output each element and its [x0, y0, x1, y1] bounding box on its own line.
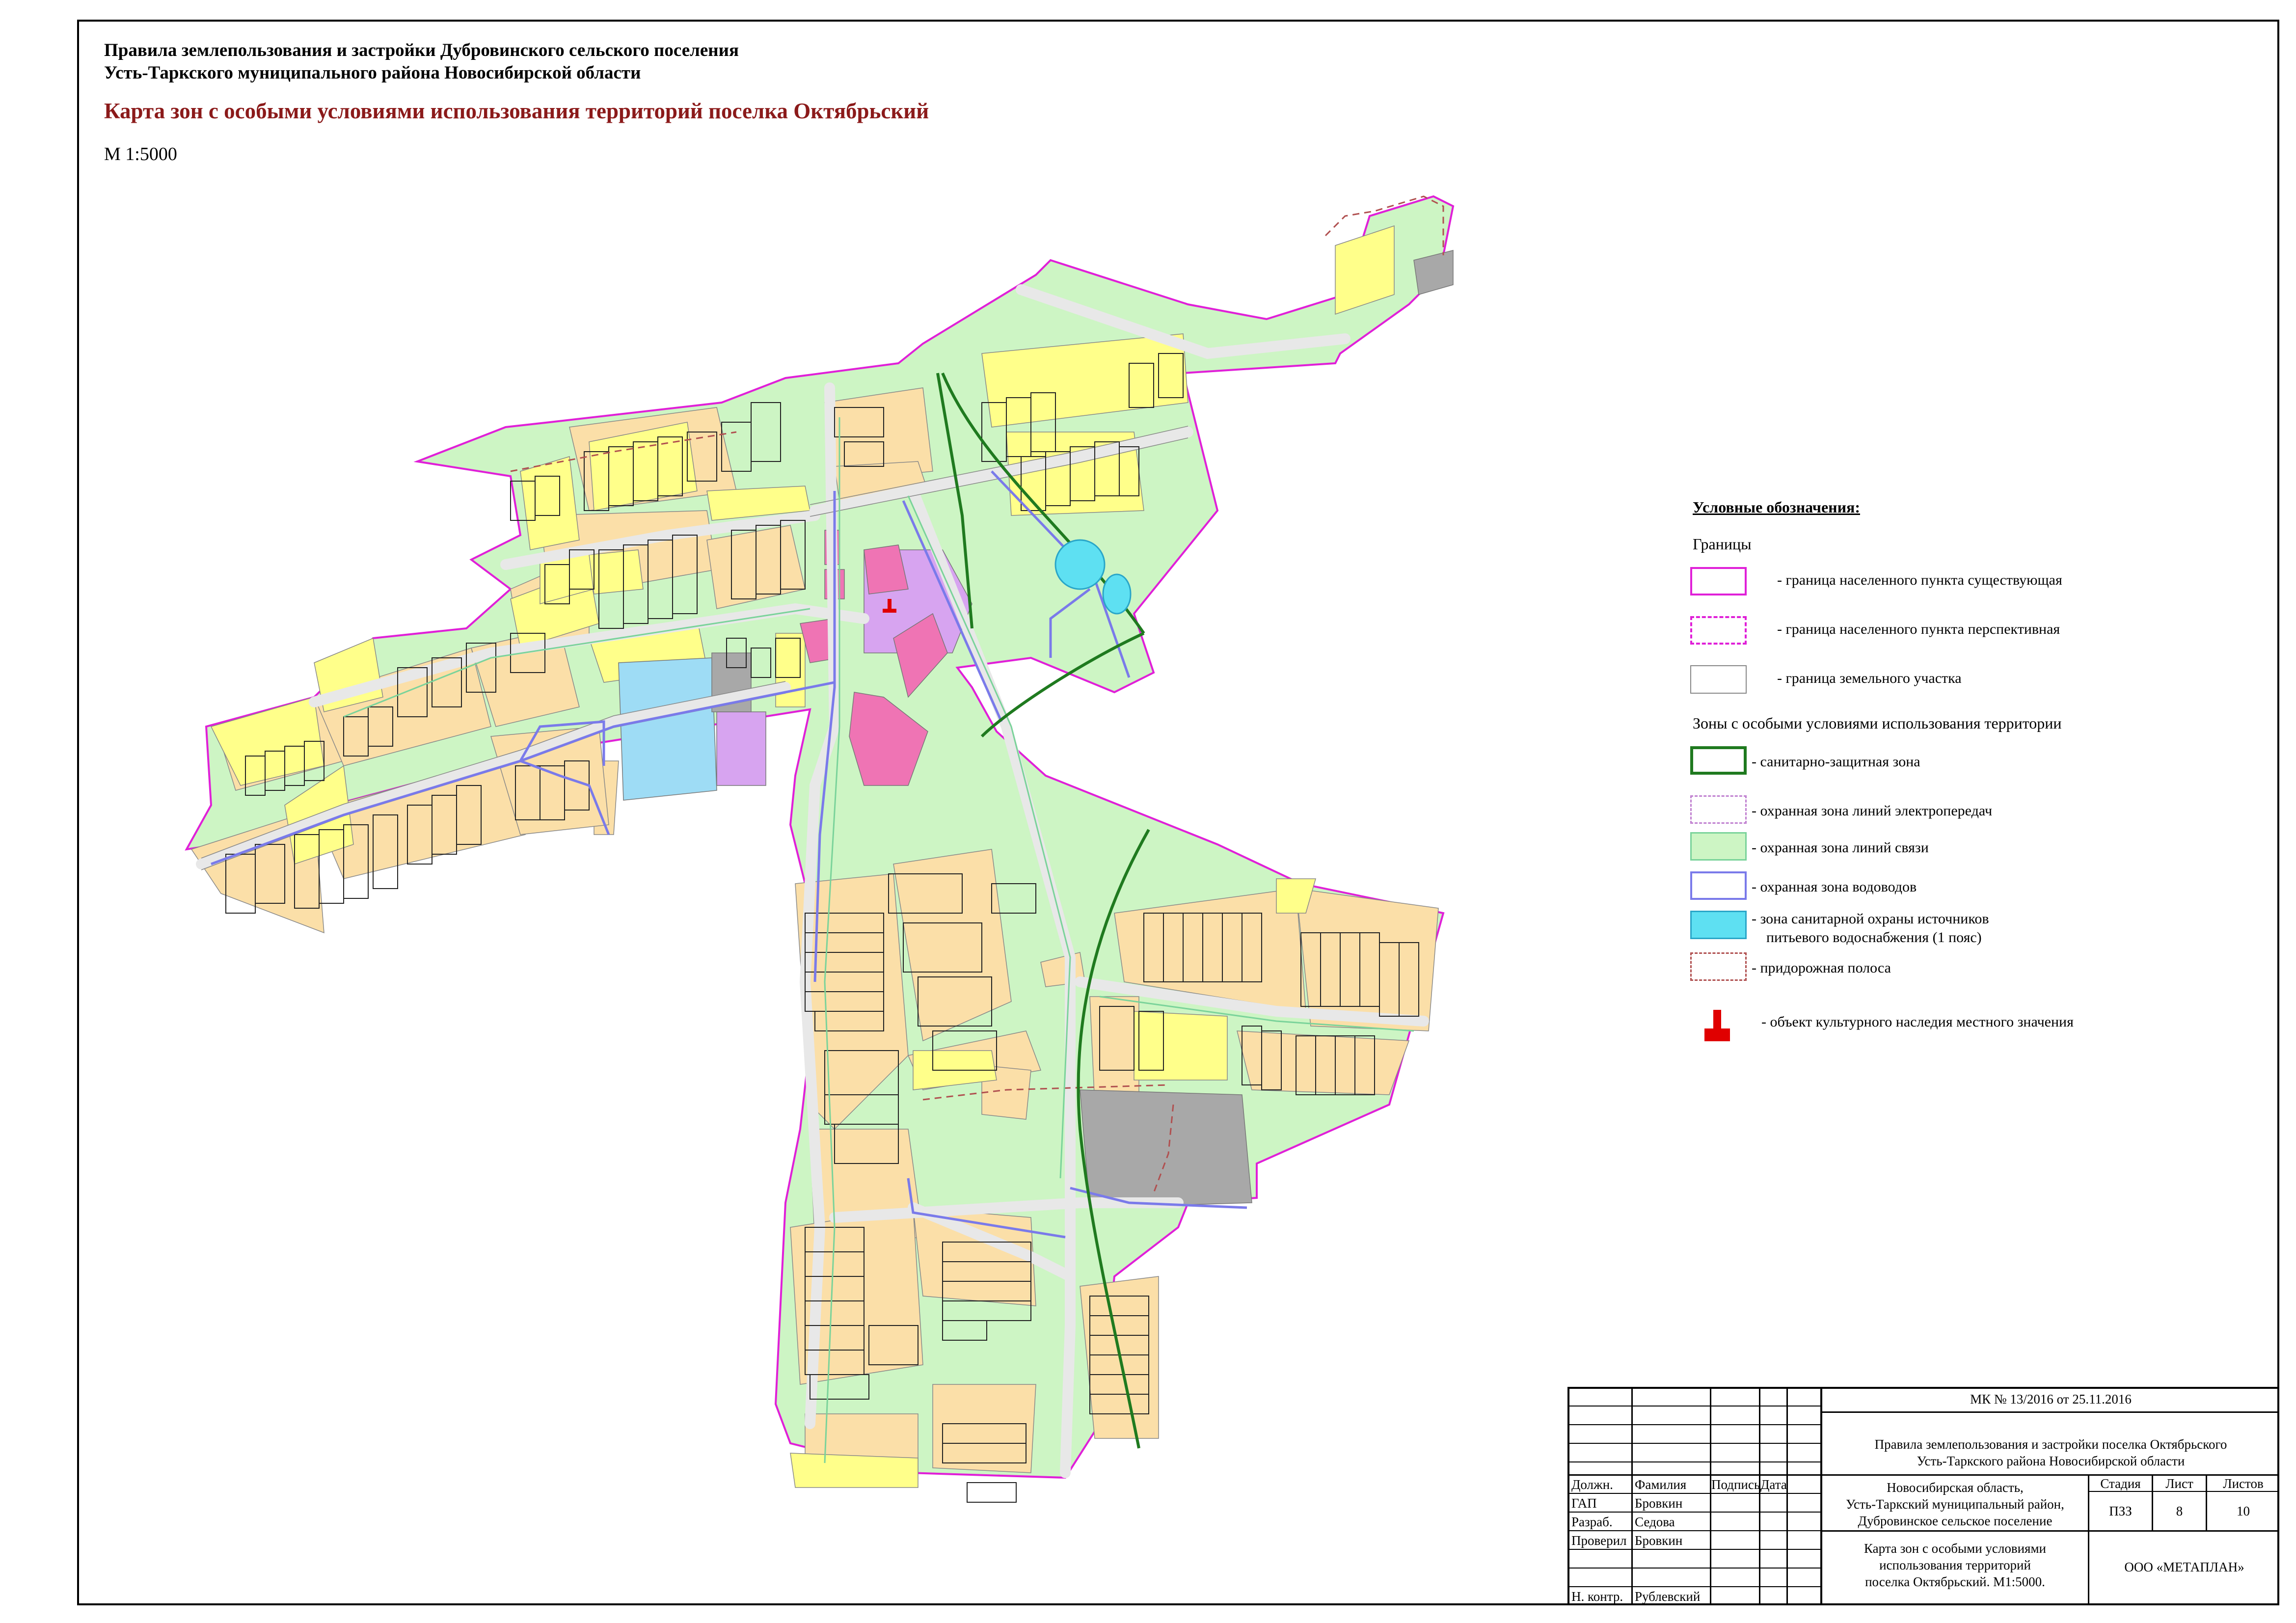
stamp-sheet-title-1: Карта зон с особыми условиями	[1864, 1541, 2046, 1556]
legend-zone-source-1: - зона санитарной охраны источников	[1752, 911, 1989, 927]
legend-swatch-border-existing	[1690, 567, 1747, 595]
stamp-row-name: Бровкин	[1635, 1496, 1683, 1511]
stamp-control-position: Н. контр.	[1571, 1589, 1623, 1604]
stamp-row-name: Седова	[1635, 1515, 1675, 1529]
legend-heritage: - объект культурного наследия местного з…	[1761, 1014, 2074, 1030]
legend-swatch-source	[1690, 911, 1747, 939]
legend-zone-sanitary: - санитарно-защитная зона	[1752, 754, 1920, 770]
stamp-sheets-label: Листов	[2223, 1476, 2264, 1491]
legend-swatch-water	[1690, 871, 1747, 900]
legend-zone-road: - придорожная полоса	[1752, 960, 1891, 976]
legend-border-planned: - граница населенного пункта перспективн…	[1777, 621, 2060, 637]
title-block: МК № 13/2016 от 25.11.2016 Правила земле…	[1567, 1387, 2279, 1605]
legend-swatch-border-parcel	[1690, 665, 1747, 694]
stamp-location-2: Усть-Таркский муниципальный район,	[1846, 1497, 2064, 1512]
legend-section-zones: Зоны с особыми условиями использования т…	[1693, 714, 2062, 732]
stamp-row-position: Разраб.	[1571, 1515, 1613, 1529]
stamp-col-date: Дата	[1760, 1477, 1787, 1492]
stamp-project-2: Усть-Таркского района Новосибирской обла…	[1917, 1454, 2185, 1468]
stamp-location-3: Дубровинское сельское поселение	[1858, 1514, 2053, 1528]
stamp-project-1: Правила землепользования и застройки пос…	[1874, 1437, 2227, 1452]
legend-zone-power: - охранная зона линий электропередач	[1752, 803, 1993, 819]
legend-swatch-power	[1690, 795, 1747, 824]
stamp-row-position: Проверил	[1571, 1533, 1627, 1548]
legend-swatch-sanitary	[1690, 746, 1747, 775]
legend-zone-comm: - охранная зона линий связи	[1752, 839, 1929, 856]
legend-heritage-icon	[1704, 1010, 1730, 1041]
stamp-control-name: Рублевский	[1635, 1589, 1701, 1604]
legend-border-existing: - граница населенного пункта существующа…	[1777, 572, 2062, 588]
stamp-sheet: 8	[2176, 1504, 2183, 1518]
stamp-stage: ПЗЗ	[2109, 1504, 2132, 1518]
legend-zone-source-2: питьевого водоснабжения (1 пояс)	[1766, 929, 1982, 946]
stamp-col-position: Должн.	[1571, 1477, 1613, 1492]
legend-section-borders: Границы	[1693, 535, 1752, 553]
stamp-row-name: Бровкин	[1635, 1533, 1683, 1548]
stamp-doc-number: МК № 13/2016 от 25.11.2016	[1970, 1392, 2132, 1407]
legend-border-parcel: - граница земельного участка	[1777, 670, 1962, 686]
legend-title: Условные обозначения:	[1693, 498, 1860, 516]
stamp-sheet-title-2: использования территорий	[1879, 1558, 2031, 1572]
stamp-location-1: Новосибирская область,	[1887, 1480, 2024, 1495]
legend-swatch-border-planned	[1690, 616, 1747, 645]
stamp-col-sign: Подпись	[1711, 1477, 1760, 1492]
stamp-row-position: ГАП	[1571, 1496, 1597, 1511]
legend-swatch-comm	[1690, 832, 1747, 861]
stamp-sheet-title-3: поселка Октябрьский. М1:5000.	[1865, 1574, 2045, 1589]
stamp-company: ООО «МЕТАПЛАН»	[2124, 1560, 2244, 1574]
legend-zone-water: - охранная зона водоводов	[1752, 879, 1917, 895]
stamp-sheets: 10	[2237, 1504, 2250, 1518]
stamp-sheet-label: Лист	[2165, 1476, 2193, 1491]
stamp-stage-label: Стадия	[2100, 1476, 2141, 1491]
stamp-col-name: Фамилия	[1635, 1477, 1687, 1492]
legend-swatch-road	[1690, 952, 1747, 981]
